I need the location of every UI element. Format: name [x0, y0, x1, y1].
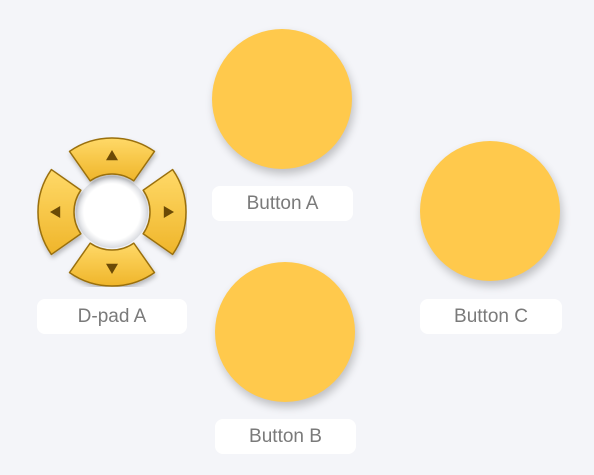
button-b[interactable] [215, 262, 355, 402]
button-a-label: Button A [212, 186, 353, 221]
button-a[interactable] [212, 29, 352, 169]
button-c[interactable] [420, 141, 560, 281]
dpad-a [37, 137, 187, 287]
dpad-graphic [37, 137, 187, 287]
button-b-label: Button B [215, 419, 356, 454]
dpad-a-label: D-pad A [37, 299, 187, 334]
button-c-label: Button C [420, 299, 562, 334]
dpad-center [76, 176, 148, 248]
